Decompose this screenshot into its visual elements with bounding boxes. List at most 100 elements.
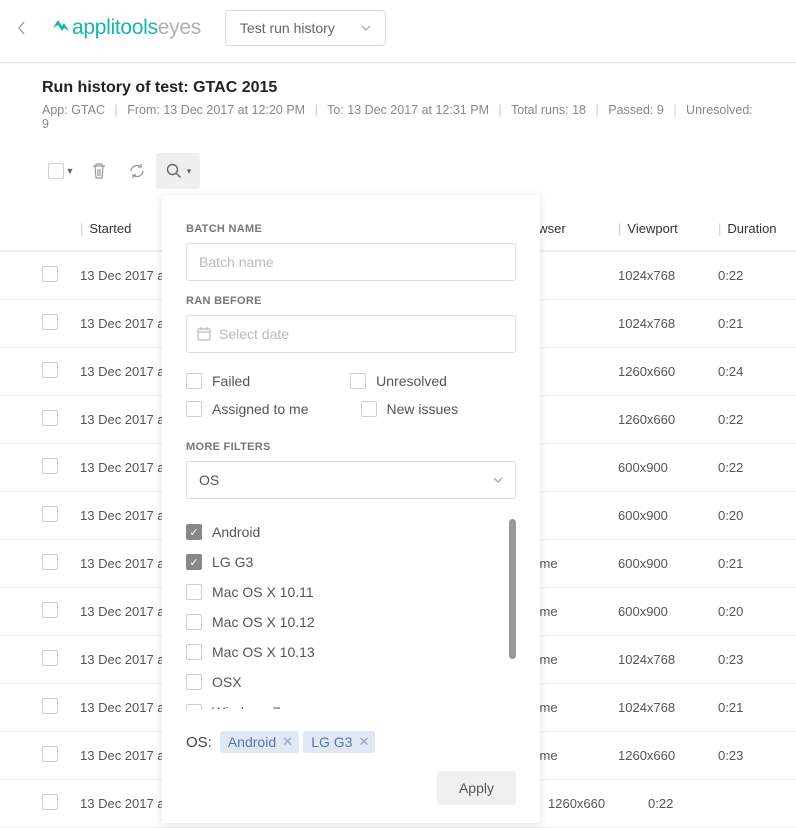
filter-failed-checkbox[interactable]: Failed <box>186 373 250 389</box>
row-checkbox[interactable] <box>42 458 58 474</box>
filter-newissues-checkbox[interactable]: New issues <box>361 401 459 417</box>
cell-duration: 0:24 <box>718 364 774 379</box>
batch-name-label: BATCH NAME <box>186 223 516 235</box>
logo-text-2: eyes <box>158 16 201 40</box>
filter-panel: BATCH NAME RAN BEFORE Failed Unresolved … <box>162 195 540 823</box>
filter-unresolved-checkbox[interactable]: Unresolved <box>350 373 447 389</box>
row-checkbox[interactable] <box>42 362 58 378</box>
page-title: Run history of test: GTAC 2015 <box>42 79 754 97</box>
row-checkbox[interactable] <box>42 410 58 426</box>
filter-assigned-checkbox[interactable]: Assigned to me <box>186 401 309 417</box>
search-icon <box>165 162 183 180</box>
row-checkbox[interactable] <box>42 266 58 282</box>
os-option[interactable]: OSX <box>186 667 508 697</box>
more-filters-select[interactable]: OS <box>186 461 516 499</box>
cell-viewport: 1024x768 <box>618 652 718 667</box>
cell-duration: 0:22 <box>648 796 704 811</box>
applied-filters-row: OS: Android ✕ LG G3 ✕ <box>186 731 516 753</box>
os-option[interactable]: ✓Android <box>186 517 508 547</box>
os-option[interactable]: ✓LG G3 <box>186 547 508 577</box>
select-all-button[interactable]: ▼ <box>42 153 80 189</box>
row-checkbox[interactable] <box>42 794 58 810</box>
cell-duration: 0:21 <box>718 700 774 715</box>
cell-viewport: 1260x660 <box>618 412 718 427</box>
chevron-down-icon <box>493 477 503 483</box>
refresh-icon <box>128 162 146 180</box>
calendar-icon <box>196 326 212 342</box>
checkbox-icon <box>186 584 202 600</box>
cell-duration: 0:20 <box>718 508 774 523</box>
os-option[interactable]: Mac OS X 10.13 <box>186 637 508 667</box>
row-checkbox[interactable] <box>42 602 58 618</box>
logo-icon <box>50 17 72 39</box>
more-filters-label: MORE FILTERS <box>186 441 516 453</box>
filter-chip: Android ✕ <box>220 731 299 753</box>
batch-name-input[interactable] <box>186 243 516 281</box>
refresh-button[interactable] <box>118 153 156 189</box>
cell-viewport: 600x900 <box>618 460 718 475</box>
cell-viewport: 1024x768 <box>618 268 718 283</box>
cell-viewport: 1024x768 <box>618 316 718 331</box>
cell-viewport: 600x900 <box>618 604 718 619</box>
cell-viewport: 600x900 <box>618 556 718 571</box>
toolbar: ▼ ▾ <box>0 141 796 195</box>
chip-remove-icon[interactable]: ✕ <box>358 734 369 750</box>
row-checkbox[interactable] <box>42 650 58 666</box>
meta-app: App: GTAC <box>42 103 105 117</box>
caret-down-icon: ▼ <box>66 166 75 176</box>
cell-viewport: 1260x660 <box>548 796 648 811</box>
cell-viewport: 1260x660 <box>618 364 718 379</box>
logo: applitoolseyes <box>50 16 201 40</box>
row-checkbox[interactable] <box>42 314 58 330</box>
table-area: |Started Browser |Viewport |Duration 13 … <box>0 195 796 828</box>
cell-duration: 0:22 <box>718 268 774 283</box>
header-section: Run history of test: GTAC 2015 App: GTAC… <box>0 63 796 141</box>
scrollbar-thumb[interactable] <box>509 519 516 659</box>
filter-button[interactable]: ▾ <box>156 153 200 189</box>
meta-row: App: GTAC | From: 13 Dec 2017 at 12:20 P… <box>42 103 754 131</box>
meta-passed: Passed: 9 <box>608 103 664 117</box>
cell-duration: 0:22 <box>718 460 774 475</box>
applied-label: OS: <box>186 734 212 751</box>
row-checkbox[interactable] <box>42 554 58 570</box>
checkbox-icon: ✓ <box>186 554 202 570</box>
checkbox-icon <box>186 644 202 660</box>
os-options-list: ✓Android✓LG G3Mac OS X 10.11Mac OS X 10.… <box>186 517 516 709</box>
nav-dropdown[interactable]: Test run history <box>225 10 386 46</box>
checkbox-icon <box>186 704 202 709</box>
cell-duration: 0:21 <box>718 316 774 331</box>
chip-remove-icon[interactable]: ✕ <box>282 734 293 750</box>
cell-browser: rome <box>528 652 618 667</box>
cell-browser: rome <box>528 604 618 619</box>
chevron-left-icon <box>17 20 27 36</box>
header-duration: Duration <box>727 221 776 236</box>
os-option[interactable]: Windows 7 <box>186 697 508 709</box>
cell-browser: rome <box>528 556 618 571</box>
os-option[interactable]: Mac OS X 10.12 <box>186 607 508 637</box>
header-started: Started <box>89 221 131 236</box>
row-checkbox[interactable] <box>42 746 58 762</box>
back-button[interactable] <box>4 13 40 43</box>
cell-duration: 0:23 <box>718 748 774 763</box>
cell-viewport: 1024x768 <box>618 700 718 715</box>
filter-chip: LG G3 ✕ <box>303 731 375 753</box>
os-option[interactable]: Mac OS X 10.11 <box>186 577 508 607</box>
checkbox-icon <box>186 614 202 630</box>
cell-duration: 0:21 <box>718 556 774 571</box>
apply-button[interactable]: Apply <box>437 771 516 805</box>
meta-from: From: 13 Dec 2017 at 12:20 PM <box>127 103 305 117</box>
caret-down-icon: ▾ <box>187 166 192 177</box>
trash-icon <box>90 162 108 180</box>
row-checkbox[interactable] <box>42 506 58 522</box>
delete-button[interactable] <box>80 153 118 189</box>
row-checkbox[interactable] <box>42 698 58 714</box>
meta-total: Total runs: 18 <box>511 103 586 117</box>
cell-browser: rome <box>528 700 618 715</box>
cell-duration: 0:22 <box>718 412 774 427</box>
logo-text-1: applitools <box>72 16 158 40</box>
checkbox-icon: ✓ <box>186 524 202 540</box>
chevron-down-icon <box>361 25 371 31</box>
cell-viewport: 1260x660 <box>618 748 718 763</box>
header-viewport: Viewport <box>627 221 677 236</box>
ran-before-input[interactable] <box>186 315 516 353</box>
